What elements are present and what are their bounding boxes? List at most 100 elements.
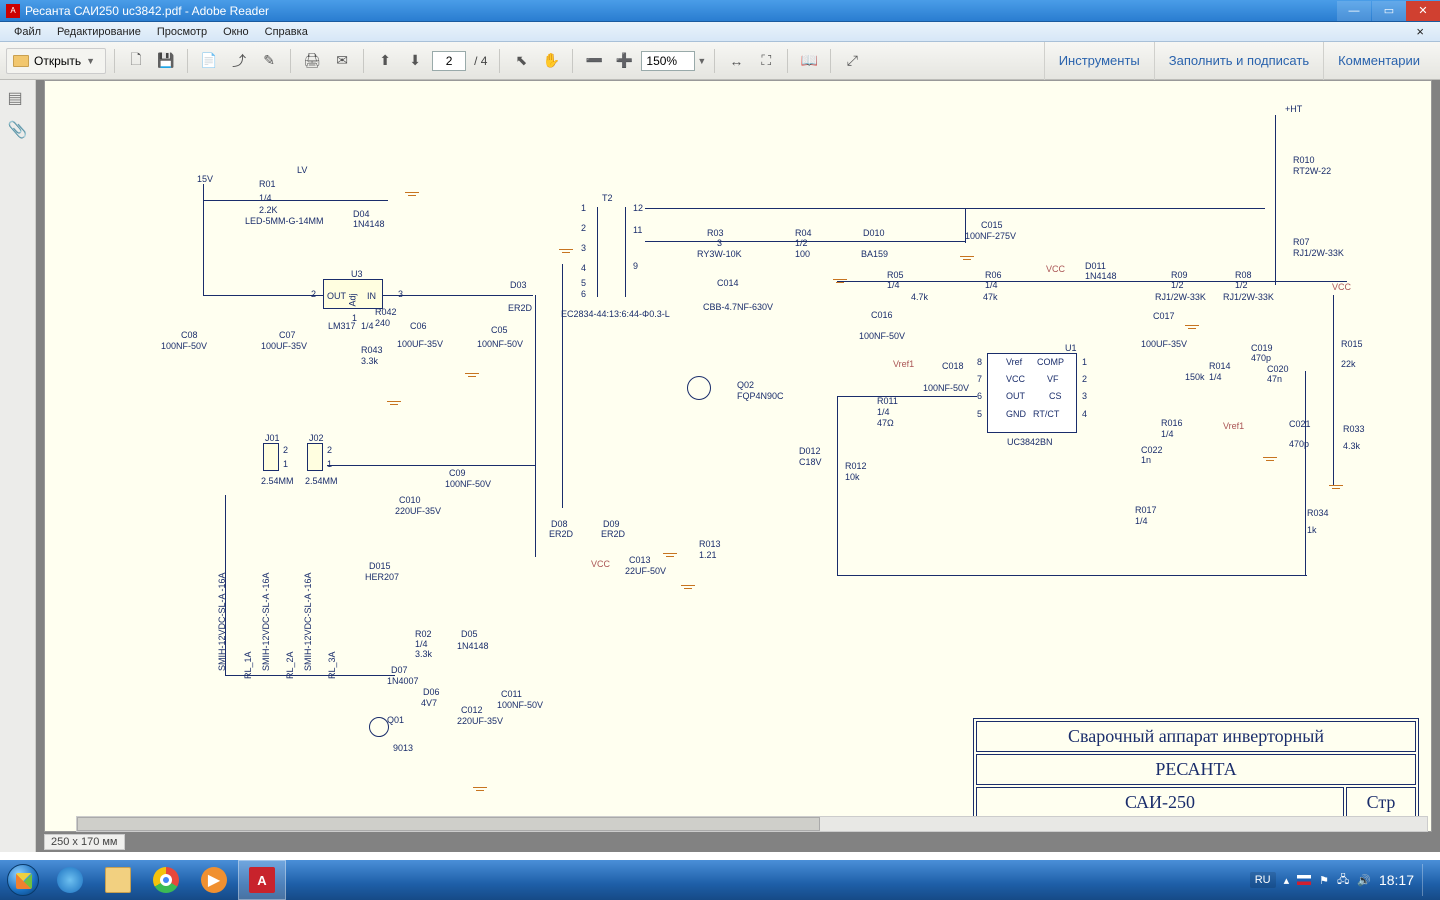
tab-fill-sign[interactable]: Заполнить и подписать: [1154, 42, 1323, 80]
label-r033: R033: [1343, 424, 1365, 434]
label-c022: C022: [1141, 445, 1163, 455]
menu-file[interactable]: Файл: [6, 24, 49, 40]
menu-window[interactable]: Окно: [215, 24, 257, 40]
open-label: Открыть: [34, 54, 81, 68]
label-lv: LV: [297, 165, 307, 175]
label-c018: C018: [942, 361, 964, 371]
zoom-out-icon[interactable]: ➖: [581, 48, 607, 74]
label-led: LED-5MM-G-14MM: [245, 216, 324, 226]
label-rl3: SMIH-12VDC-SL-A -16A: [303, 572, 313, 671]
create-pdf-icon[interactable]: 🗋: [123, 48, 149, 74]
taskbar-clock[interactable]: 18:17: [1379, 872, 1414, 888]
document-close-button[interactable]: ×: [1408, 22, 1432, 41]
label-u3-in: IN: [367, 291, 376, 301]
side-panel: ▤ 📎: [0, 80, 36, 852]
window-close-button[interactable]: ✕: [1406, 1, 1440, 21]
page-number-input[interactable]: [432, 51, 466, 71]
convert-icon[interactable]: 📄: [196, 48, 222, 74]
label-r07: R07: [1293, 237, 1310, 247]
label-d03: D03: [510, 280, 527, 290]
window-minimize-button[interactable]: —: [1337, 1, 1371, 21]
fullscreen-icon[interactable]: ⤢: [839, 48, 865, 74]
label-d07: D07: [391, 665, 408, 675]
hand-tool-icon[interactable]: ✋: [538, 48, 564, 74]
select-tool-icon[interactable]: ⬉: [508, 48, 534, 74]
read-mode-icon[interactable]: 📖: [796, 48, 822, 74]
label-r042-rating: 1/4: [361, 321, 374, 331]
taskbar-media-player-icon[interactable]: ▶: [190, 860, 238, 900]
document-viewport[interactable]: 15V R01 1/4 2.2K LV LED-5MM-G-14MM D04 1…: [36, 80, 1440, 852]
label-c017: C017: [1153, 311, 1175, 321]
title-row3: САИ-250: [976, 787, 1344, 818]
pdf-page: 15V R01 1/4 2.2K LV LED-5MM-G-14MM D04 1…: [44, 80, 1432, 832]
label-c021: C021: [1289, 419, 1311, 429]
taskbar-chrome-icon[interactable]: [142, 860, 190, 900]
tray-action-center-icon[interactable]: ⚑: [1319, 874, 1329, 887]
open-button[interactable]: Открыть ▼: [6, 48, 106, 74]
label-r042: R042: [375, 307, 397, 317]
label-d04: D04: [353, 209, 370, 219]
label-d05: D05: [461, 629, 478, 639]
label-r01-val: 2.2K: [259, 205, 278, 215]
label-c09: C09: [449, 468, 466, 478]
tray-volume-icon[interactable]: 🔊: [1357, 874, 1371, 887]
label-u3-out: OUT: [327, 291, 346, 301]
taskbar-adobe-reader-icon[interactable]: A: [238, 860, 286, 900]
label-u1: U1: [1065, 343, 1077, 353]
label-rl2: SMIH-12VDC-SL-A -16A: [261, 572, 271, 671]
label-r08: R08: [1235, 270, 1252, 280]
title-row3-right: Стр: [1346, 787, 1416, 818]
next-page-button[interactable]: ⬇: [402, 48, 428, 74]
menu-help[interactable]: Справка: [257, 24, 316, 40]
thumbnails-icon[interactable]: ▤: [8, 88, 28, 108]
connector-j02: [307, 443, 323, 471]
label-t2: T2: [602, 193, 613, 203]
label-d09: D09: [603, 519, 620, 529]
label-c07: C07: [279, 330, 296, 340]
label-d010: D010: [863, 228, 885, 238]
label-d015: D015: [369, 561, 391, 571]
system-tray: RU ▴ ⚑ 🖧 🔊 18:17: [1250, 864, 1440, 896]
right-panel-tabs: Инструменты Заполнить и подписать Коммен…: [1044, 42, 1434, 80]
label-u3-adj: Adj: [348, 293, 358, 306]
tray-network-icon[interactable]: 🖧: [1337, 871, 1349, 890]
menu-view[interactable]: Просмотр: [149, 24, 215, 40]
email-icon[interactable]: ✉: [329, 48, 355, 74]
label-d06: D06: [423, 687, 440, 697]
title-row1: Сварочный аппарат инверторный: [976, 721, 1416, 752]
show-desktop-button[interactable]: [1422, 864, 1430, 896]
taskbar-ie-icon[interactable]: [46, 860, 94, 900]
language-indicator[interactable]: RU: [1250, 872, 1276, 888]
sign-icon[interactable]: ✎: [256, 48, 282, 74]
window-maximize-button[interactable]: ▭: [1372, 1, 1406, 21]
export-icon[interactable]: ⤴: [226, 48, 252, 74]
fit-page-icon[interactable]: ⛶: [753, 48, 779, 74]
label-c05: C05: [491, 325, 508, 335]
label-c011: C011: [501, 689, 522, 699]
window-title: Ресанта САИ250 uc3842.pdf - Adobe Reader: [25, 4, 269, 18]
label-r043: R043: [361, 345, 383, 355]
tray-expand-icon[interactable]: ▴: [1284, 874, 1290, 887]
attachments-icon[interactable]: 📎: [8, 120, 28, 140]
windows-taskbar: ▶ A RU ▴ ⚑ 🖧 🔊 18:17: [0, 860, 1440, 900]
label-r017: R017: [1135, 505, 1157, 515]
tray-flag-icon[interactable]: [1297, 875, 1311, 885]
label-u3: U3: [351, 269, 363, 279]
zoom-input[interactable]: [641, 51, 695, 71]
tab-comments[interactable]: Комментарии: [1323, 42, 1434, 80]
label-trans: EC2834-44:13:6:44-Φ0.3-L: [561, 309, 670, 319]
save-icon[interactable]: 💾: [153, 48, 179, 74]
menu-edit[interactable]: Редактирование: [49, 24, 149, 40]
horizontal-scrollbar[interactable]: [76, 816, 1428, 832]
start-button[interactable]: [0, 860, 46, 900]
label-r010: R010: [1293, 155, 1315, 165]
label-d012: D012: [799, 446, 821, 456]
fit-width-icon[interactable]: ↔: [723, 48, 749, 74]
label-d04-type: 1N4148: [353, 219, 385, 229]
zoom-in-icon[interactable]: ➕: [611, 48, 637, 74]
prev-page-button[interactable]: ⬆: [372, 48, 398, 74]
print-icon[interactable]: 🖨: [299, 48, 325, 74]
menubar: Файл Редактирование Просмотр Окно Справк…: [0, 22, 1440, 42]
tab-tools[interactable]: Инструменты: [1044, 42, 1154, 80]
taskbar-explorer-icon[interactable]: [94, 860, 142, 900]
